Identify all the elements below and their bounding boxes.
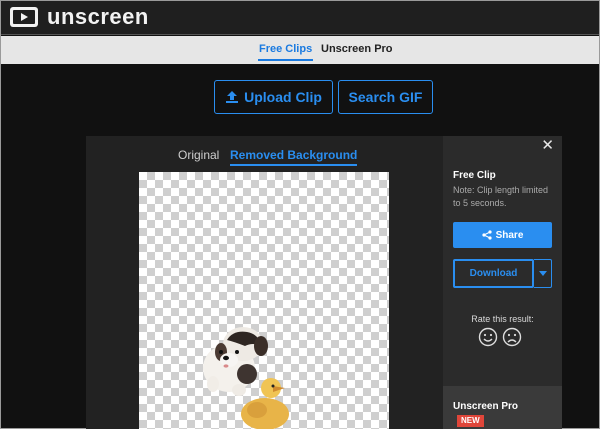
smile-face-icon[interactable]: [478, 327, 498, 347]
share-icon: [481, 230, 492, 240]
puppy-duckling-image: [203, 327, 289, 429]
top-bar: unscreen: [1, 1, 599, 35]
search-gif-label: Search GIF: [348, 89, 423, 105]
transparent-preview-canvas: [139, 172, 389, 429]
brand-name: unscreen: [47, 4, 149, 29]
download-options-dropdown[interactable]: [534, 259, 552, 288]
result-sidebar: ✕ Free Clip Note: Clip length limited to…: [443, 136, 562, 429]
share-button[interactable]: Share: [453, 222, 552, 248]
frown-face-icon[interactable]: [502, 327, 522, 347]
upload-clip-label: Upload Clip: [244, 89, 322, 105]
clip-length-note: Note: Clip length limited to 5 seconds.: [453, 185, 549, 208]
play-screen-icon: [9, 6, 39, 28]
clip-title: Free Clip: [453, 170, 496, 181]
upload-icon: [226, 91, 239, 103]
preview-panel: Original Removed Background: [86, 136, 443, 429]
tab-original[interactable]: Original: [178, 148, 219, 163]
rate-result-label: Rate this result:: [471, 314, 534, 324]
rating-faces: [478, 327, 522, 347]
tab-free-clips[interactable]: Free Clips: [257, 42, 314, 61]
download-button[interactable]: Download: [453, 259, 534, 288]
tab-removed-background[interactable]: Removed Background: [230, 148, 358, 166]
upload-clip-button[interactable]: Upload Clip: [214, 80, 333, 114]
tab-unscreen-pro[interactable]: Unscreen Pro: [321, 42, 393, 56]
share-label: Share: [495, 229, 524, 241]
pro-title: Unscreen Pro: [453, 401, 519, 412]
chevron-down-icon: [538, 271, 547, 276]
close-icon[interactable]: ✕: [541, 138, 554, 154]
download-label: Download: [469, 268, 518, 279]
new-badge: NEW: [457, 415, 484, 427]
sub-navigation: Free Clips Unscreen Pro: [1, 36, 599, 64]
search-gif-button[interactable]: Search GIF: [338, 80, 433, 114]
unscreen-pro-promo[interactable]: Unscreen Pro NEW: [443, 386, 562, 429]
brand-logo[interactable]: unscreen: [9, 4, 149, 30]
